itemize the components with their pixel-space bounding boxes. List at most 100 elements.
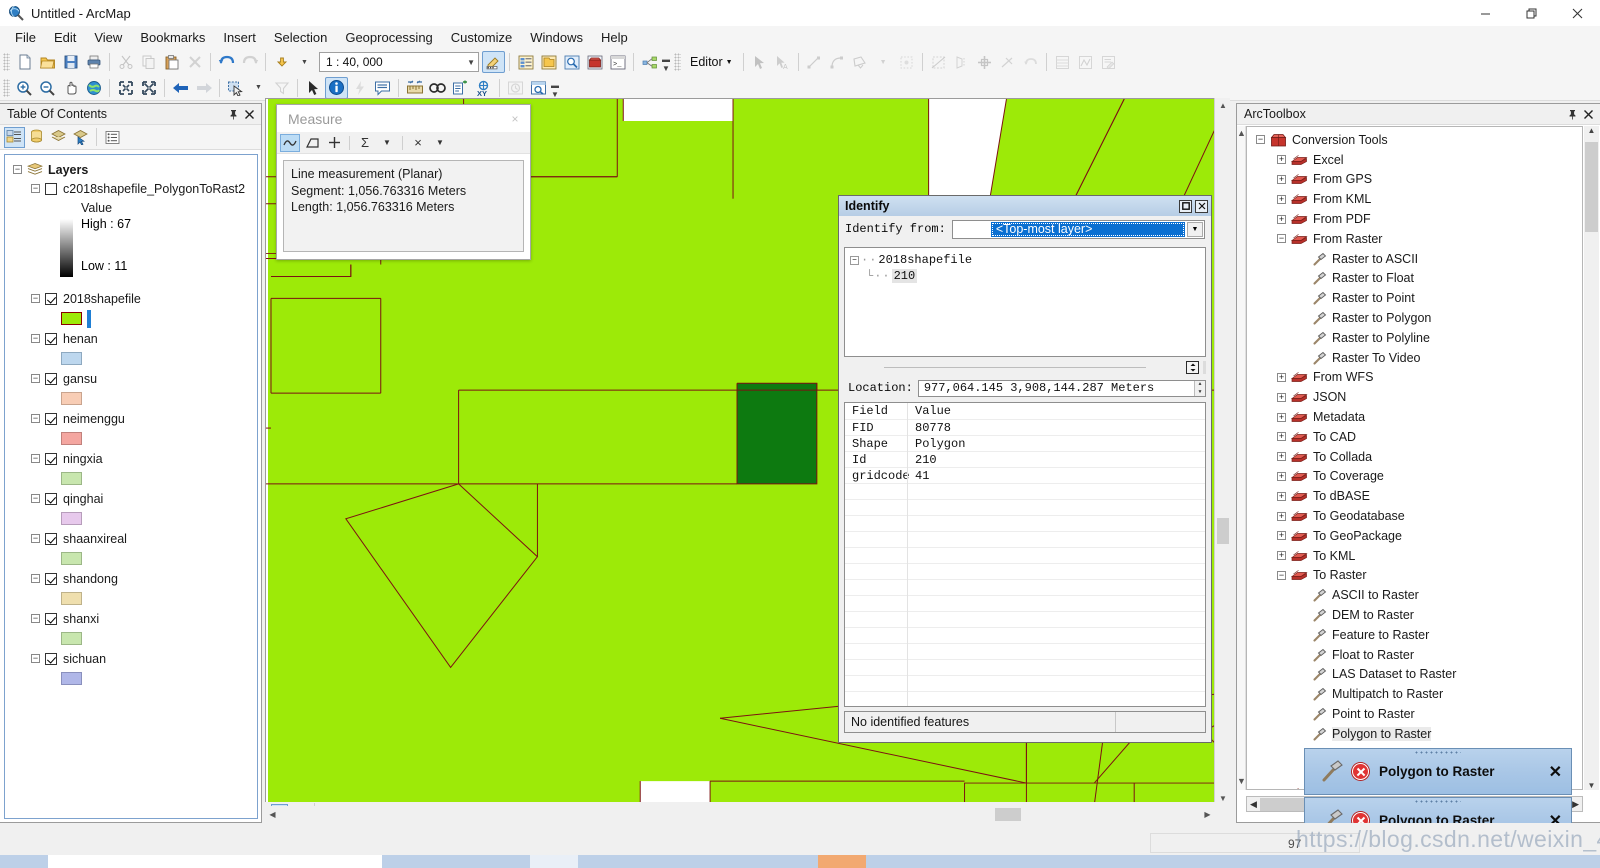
table-of-contents-icon[interactable] — [514, 51, 537, 73]
toc-layer-item[interactable]: − 2018shapefile — [5, 289, 257, 308]
collapse-icon[interactable]: − — [31, 334, 40, 343]
toolbox-tool-item[interactable]: LAS Dataset to Raster — [1247, 665, 1582, 685]
toolbox-node-item[interactable]: + To dBASE — [1247, 486, 1582, 506]
select-elements-icon[interactable] — [302, 77, 325, 99]
undo-edit-icon[interactable] — [1019, 51, 1042, 73]
toolbox-node-item[interactable]: + From WFS — [1247, 368, 1582, 388]
menu-edit[interactable]: Edit — [45, 27, 85, 48]
list-by-visibility-icon[interactable] — [48, 127, 69, 148]
arctoolbox-window-icon[interactable] — [583, 51, 606, 73]
taskbar-item-2[interactable] — [382, 855, 530, 868]
identify-attribute-table[interactable]: Field Value FID 80778 Shape Polygon Id 210 gridc… — [844, 402, 1206, 707]
fixed-zoom-in-icon[interactable] — [114, 77, 137, 99]
taskbar-item-4[interactable] — [578, 855, 818, 868]
menu-customize[interactable]: Customize — [442, 27, 521, 48]
list-by-source-icon[interactable] — [26, 127, 47, 148]
collapse-icon[interactable]: − — [31, 574, 40, 583]
clear-measure-icon[interactable]: × — [408, 134, 428, 152]
menu-view[interactable]: View — [85, 27, 131, 48]
select-features-icon[interactable] — [224, 77, 247, 99]
pin-icon[interactable] — [1565, 107, 1579, 121]
layer-fill-swatch[interactable] — [61, 472, 82, 485]
measure-line-icon[interactable] — [280, 133, 300, 152]
tools-toolbar-overflow-icon[interactable]: ▬ ▼ — [550, 77, 560, 99]
menu-help[interactable]: Help — [592, 27, 637, 48]
expand-icon[interactable]: + — [1277, 372, 1286, 382]
layer-visibility-checkbox[interactable] — [45, 652, 57, 665]
layer-line-swatch[interactable] — [87, 309, 91, 328]
close-icon[interactable] — [1195, 199, 1208, 213]
toolbar-grip[interactable] — [3, 53, 10, 71]
expand-icon[interactable]: + — [1277, 531, 1286, 541]
edit-tool-icon[interactable] — [748, 51, 771, 73]
identify-results-tree[interactable]: − ·· 2018shapefile └·· 210 — [844, 247, 1206, 357]
toolbox-tool-item[interactable]: ASCII to Raster — [1247, 585, 1582, 605]
toolbox-node-item[interactable]: − To Raster — [1247, 566, 1582, 586]
layer-visibility-checkbox[interactable] — [45, 412, 57, 425]
location-spinner[interactable]: ▲ ▼ — [1194, 380, 1205, 396]
scroll-right-arrow-icon[interactable]: ▶ — [1200, 806, 1215, 823]
identify-title-bar[interactable]: Identify — [839, 196, 1211, 216]
scroll-left-icon[interactable]: ◀ — [1247, 799, 1260, 810]
identify-icon[interactable] — [325, 76, 348, 99]
layer-fill-swatch[interactable] — [61, 552, 82, 565]
collapse-icon[interactable]: − — [850, 255, 859, 265]
chevron-down-icon[interactable]: ▼ — [726, 59, 733, 66]
toolbox-tool-item[interactable]: DEM to Raster — [1247, 605, 1582, 625]
expand-icon[interactable]: + — [1277, 392, 1286, 402]
measure-icon[interactable] — [403, 77, 426, 99]
hyperlink-icon[interactable] — [348, 77, 371, 99]
layer-fill-swatch[interactable] — [61, 592, 82, 605]
toc-layer-item[interactable]: − gansu — [5, 369, 257, 388]
toolbox-node-item[interactable]: + To GeoPackage — [1247, 526, 1582, 546]
toc-layer-item[interactable]: − ningxia — [5, 449, 257, 468]
layer-visibility-checkbox[interactable] — [45, 292, 57, 305]
pan-icon[interactable] — [59, 77, 82, 99]
new-map-icon[interactable] — [13, 51, 36, 73]
straight-segment-icon[interactable] — [803, 51, 826, 73]
model-builder-icon[interactable] — [638, 51, 661, 73]
map-scale-combo[interactable]: 1 : 40, 000 ▼ — [319, 52, 479, 72]
scroll-down-icon[interactable]: ▼ — [1215, 791, 1231, 806]
arctoolbox-tree[interactable]: − Conversion Tools + Excel + From GPS + From KM… — [1246, 126, 1583, 790]
restore-icon[interactable] — [1179, 199, 1192, 213]
toc-layer-item[interactable]: − shandong — [5, 569, 257, 588]
pin-icon[interactable] — [226, 107, 240, 121]
toc-layer-item[interactable]: − sichuan — [5, 649, 257, 668]
close-icon[interactable]: × — [504, 109, 526, 129]
identify-dialog[interactable]: Identify Identify from: <Top-most layer>… — [838, 195, 1212, 743]
collapse-icon[interactable]: − — [13, 165, 22, 174]
measure-area-icon[interactable] — [302, 134, 322, 152]
toc-layer-item[interactable]: − shanxi — [5, 609, 257, 628]
toolbox-node-item[interactable]: + From KML — [1247, 189, 1582, 209]
chevron-down-icon[interactable]: ▼ — [1187, 221, 1203, 237]
layer-fill-swatch[interactable] — [61, 312, 82, 325]
menu-file[interactable]: File — [6, 27, 45, 48]
collapse-icon[interactable]: − — [1277, 234, 1286, 244]
toolbox-node-item[interactable]: + To CAD — [1247, 427, 1582, 447]
attributes-icon[interactable] — [996, 51, 1019, 73]
collapse-icon[interactable]: − — [31, 294, 40, 303]
layer-visibility-checkbox[interactable] — [45, 452, 57, 465]
close-icon[interactable] — [242, 107, 256, 121]
layer-visibility-checkbox[interactable] — [45, 182, 57, 195]
layer-fill-swatch[interactable] — [61, 672, 82, 685]
layer-visibility-checkbox[interactable] — [45, 332, 57, 345]
toc-layer-item[interactable]: − qinghai — [5, 489, 257, 508]
toolbox-node-item[interactable]: + From GPS — [1247, 170, 1582, 190]
toolbox-node-item[interactable]: + To Geodatabase — [1247, 506, 1582, 526]
delete-icon[interactable] — [183, 51, 206, 73]
print-icon[interactable] — [82, 51, 105, 73]
expand-icon[interactable]: + — [1277, 174, 1286, 184]
taskbar-start[interactable] — [0, 855, 48, 868]
zoom-in-icon[interactable] — [13, 77, 36, 99]
catalog-window-icon[interactable] — [537, 51, 560, 73]
collapse-icon[interactable]: − — [1256, 135, 1265, 145]
layer-fill-swatch[interactable] — [61, 632, 82, 645]
rotate-tool-icon[interactable] — [973, 51, 996, 73]
vscroll-thumb[interactable] — [1217, 518, 1229, 544]
expand-icon[interactable]: + — [1277, 471, 1286, 481]
close-icon[interactable] — [1581, 107, 1595, 121]
units-dropdown-icon[interactable]: ▼ — [430, 134, 450, 152]
close-button[interactable] — [1554, 0, 1600, 26]
